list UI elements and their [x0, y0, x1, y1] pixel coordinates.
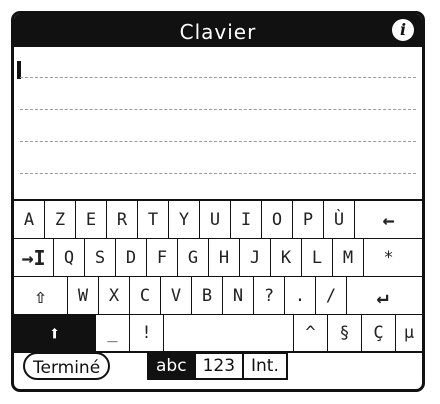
key-y[interactable]: Y: [169, 201, 200, 238]
key-b[interactable]: B: [192, 277, 223, 314]
key-u[interactable]: U: [200, 201, 231, 238]
key-a[interactable]: A: [14, 201, 45, 238]
key-x[interactable]: X: [99, 277, 130, 314]
keyboard-row-3: ⇧ W X C V B N ? . / ↵: [14, 277, 422, 315]
mode-abc-tab[interactable]: abc: [149, 354, 196, 378]
key-c[interactable]: C: [130, 277, 161, 314]
dialog-title: Clavier: [179, 20, 257, 44]
done-button[interactable]: Terminé: [23, 352, 111, 380]
mode-international-tab[interactable]: Int.: [244, 354, 286, 378]
key-o[interactable]: O: [262, 201, 293, 238]
key-m[interactable]: M: [333, 239, 364, 276]
text-entry-area[interactable]: [14, 47, 422, 199]
key-slash[interactable]: /: [316, 277, 347, 314]
enter-key[interactable]: ↵: [347, 277, 418, 314]
key-asterisk[interactable]: *: [364, 239, 413, 276]
key-k[interactable]: K: [271, 239, 302, 276]
text-line: [20, 77, 416, 78]
key-h[interactable]: H: [209, 239, 240, 276]
key-n[interactable]: N: [223, 277, 254, 314]
tab-key[interactable]: →I: [14, 239, 54, 276]
bottom-bar: Terminé abc 123 Int.: [14, 344, 422, 389]
key-i[interactable]: I: [231, 201, 262, 238]
text-line: [20, 173, 416, 174]
keyboard-mode-selector: abc 123 Int.: [147, 352, 288, 380]
keyboard: A Z E R T Y U I O P Ù ← →I Q S D F G H J…: [14, 199, 422, 354]
key-z[interactable]: Z: [45, 201, 76, 238]
info-icon[interactable]: i: [392, 19, 414, 41]
key-g[interactable]: G: [178, 239, 209, 276]
key-v[interactable]: V: [161, 277, 192, 314]
shift-key[interactable]: ⇧: [14, 277, 68, 314]
key-d[interactable]: D: [116, 239, 147, 276]
key-q[interactable]: Q: [54, 239, 85, 276]
title-bar: Clavier i: [14, 14, 422, 47]
text-line: [20, 141, 416, 142]
backspace-key[interactable]: ←: [355, 201, 422, 238]
key-e[interactable]: E: [76, 201, 107, 238]
key-l[interactable]: L: [302, 239, 333, 276]
keyboard-row-2: →I Q S D F G H J K L M *: [14, 239, 422, 277]
key-f[interactable]: F: [147, 239, 178, 276]
key-t[interactable]: T: [138, 201, 169, 238]
key-period[interactable]: .: [285, 277, 316, 314]
key-j[interactable]: J: [240, 239, 271, 276]
mode-123-tab[interactable]: 123: [196, 354, 245, 378]
key-p[interactable]: P: [293, 201, 324, 238]
key-u-grave[interactable]: Ù: [324, 201, 355, 238]
key-w[interactable]: W: [68, 277, 99, 314]
text-line: [20, 109, 416, 110]
keyboard-row-1: A Z E R T Y U I O P Ù ←: [14, 201, 422, 239]
keyboard-dialog: Clavier i A Z E R T Y U I O P Ù ← →I Q S…: [11, 11, 425, 392]
key-r[interactable]: R: [107, 201, 138, 238]
key-s[interactable]: S: [85, 239, 116, 276]
key-question[interactable]: ?: [254, 277, 285, 314]
